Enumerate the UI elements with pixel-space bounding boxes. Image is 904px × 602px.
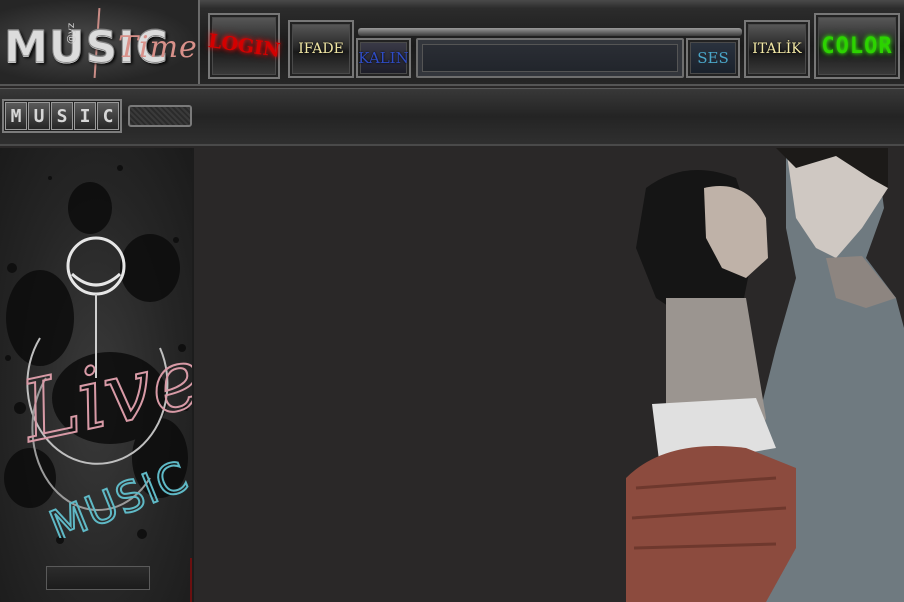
bold-button-label: KALIN — [358, 49, 409, 67]
bold-button[interactable]: KALIN — [356, 38, 411, 78]
music-tab-letter: M — [5, 102, 27, 130]
logo-at-text: @yz — [66, 22, 77, 44]
sidebar-panel: Live MUSIC — [0, 148, 194, 602]
music-tab-letter: U — [28, 102, 50, 130]
main-content-area — [196, 148, 904, 602]
italic-button[interactable]: ITALİK — [744, 20, 810, 78]
message-input[interactable] — [416, 38, 684, 78]
toolbar-rail — [358, 28, 742, 36]
music-tab-letter: S — [51, 102, 73, 130]
music-tab-letter: I — [74, 102, 96, 130]
live-music-artwork: Live MUSIC — [11, 236, 194, 538]
top-toolbar: MUSIC @yz Time LOGIN IFADE KALIN SES ITA… — [0, 0, 904, 86]
sidebar-accent-line — [190, 558, 192, 602]
color-button[interactable]: COLOR — [814, 13, 900, 79]
login-button-label: LOGIN — [206, 30, 282, 62]
tab-bar: M U S I C — [0, 88, 904, 146]
logo-script-text: Time — [118, 30, 198, 65]
music-art-text: MUSIC — [43, 451, 194, 538]
live-script-text: Live — [12, 328, 194, 462]
music-tab-letter: C — [97, 102, 119, 130]
sound-button-label: SES — [697, 49, 729, 67]
emoticon-button[interactable]: IFADE — [288, 20, 354, 78]
tab-secondary[interactable] — [128, 105, 192, 127]
tab-music[interactable]: M U S I C — [2, 99, 122, 133]
music-time-logo: MUSIC @yz Time — [0, 0, 200, 84]
login-button[interactable]: LOGIN — [206, 13, 282, 79]
italic-button-label: ITALİK — [752, 41, 802, 57]
sound-button[interactable]: SES — [686, 38, 740, 78]
color-button-label: COLOR — [821, 33, 893, 59]
couple-photo — [626, 148, 904, 602]
emoticon-button-label: IFADE — [298, 41, 344, 57]
sidebar-slot — [46, 566, 150, 590]
